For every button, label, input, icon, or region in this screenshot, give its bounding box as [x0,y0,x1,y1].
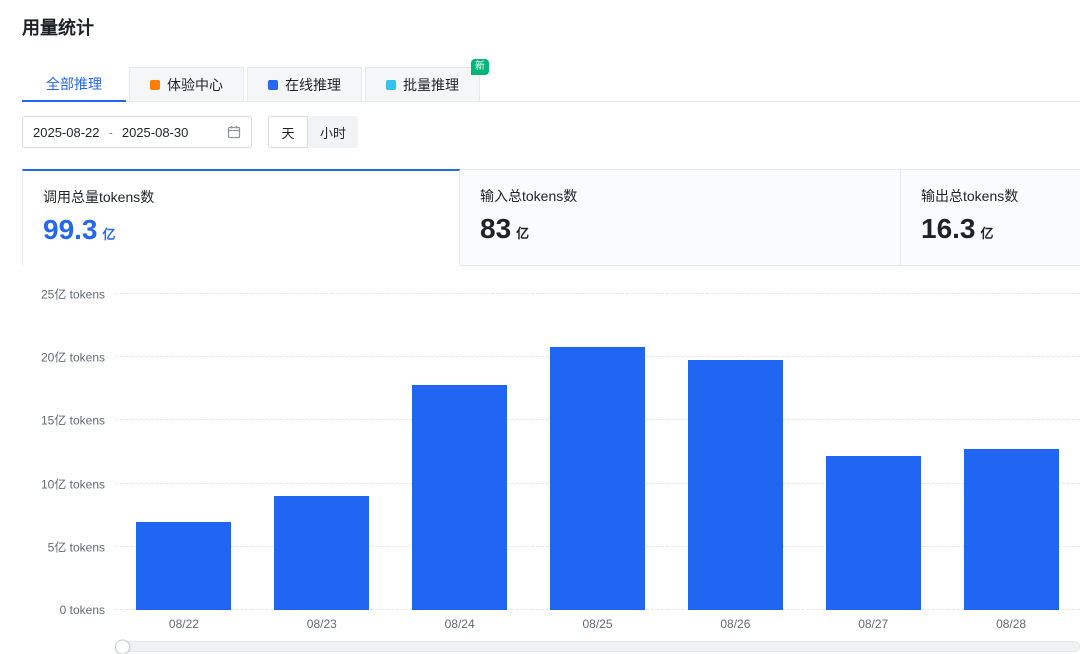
filter-row: 2025-08-22 - 2025-08-30 天 小时 [22,116,1080,148]
date-separator: - [109,125,113,140]
scrollbar-handle[interactable] [115,639,130,654]
x-axis-label: 08/22 [115,617,253,631]
blue-square-icon [268,80,278,90]
y-axis-tick: 20亿 tokens [41,349,105,366]
orange-square-icon [150,80,160,90]
stat-unit: 亿 [981,223,994,242]
bar-08/22[interactable] [136,522,231,610]
stat-label: 输入总tokens数 [480,186,880,206]
stat-unit: 亿 [516,223,529,242]
date-start[interactable]: 2025-08-22 [33,125,100,140]
x-axis-label: 08/28 [942,617,1080,631]
stat-card-input-tokens[interactable]: 输入总tokens数 83 亿 [460,169,901,266]
stat-number: 99.3 [43,214,98,246]
y-axis-tick: 0 tokens [60,603,105,617]
calendar-icon [227,125,241,139]
tab-label: 批量推理 [403,75,459,95]
y-axis-tick: 10亿 tokens [41,475,105,492]
y-axis-tick: 5亿 tokens [48,538,105,555]
date-range-picker[interactable]: 2025-08-22 - 2025-08-30 [22,116,252,148]
bar-slot [391,294,529,610]
tab-label: 在线推理 [285,75,341,95]
y-axis-tick: 25亿 tokens [41,286,105,303]
tab-online-inference[interactable]: 在线推理 [247,67,362,101]
x-axis-label: 08/23 [253,617,391,631]
page-title: 用量统计 [22,14,1080,40]
tab-batch-inference[interactable]: 批量推理 新 [365,67,480,101]
bar-slot [804,294,942,610]
stat-value: 16.3 亿 [921,213,1080,245]
chart-plot: 0 tokens5亿 tokens10亿 tokens15亿 tokens20亿… [115,294,1080,610]
stat-label: 调用总量tokens数 [43,187,439,207]
bar-08/28[interactable] [964,449,1059,610]
usage-bar-chart: 0 tokens 5亿 tokens 10亿 tokens 15亿 tokens 20亿… [22,294,1080,652]
chart-scrollbar[interactable] [115,641,1080,652]
x-axis-label: 08/24 [391,617,529,631]
stat-unit: 亿 [103,224,116,243]
tab-all-inference[interactable]: 全部推理 [22,68,126,102]
cyan-square-icon [386,80,396,90]
tab-experience-center[interactable]: 体验中心 [129,67,244,101]
bar-slot [253,294,391,610]
usage-stats-page: 用量统计 全部推理 体验中心 在线推理 批量推理 新 2025-08-22 - … [0,0,1080,650]
granularity-hour-button[interactable]: 小时 [308,116,358,148]
bar-slot [529,294,667,610]
x-axis-label: 08/26 [666,617,804,631]
stat-card-output-tokens[interactable]: 输出总tokens数 16.3 亿 [901,169,1080,266]
bar-slot [666,294,804,610]
bar-08/26[interactable] [688,360,783,610]
bar-slot [942,294,1080,610]
x-axis-label: 08/25 [529,617,667,631]
bar-08/24[interactable] [412,385,507,610]
bar-08/27[interactable] [826,456,921,610]
bar-08/25[interactable] [550,347,645,610]
date-end[interactable]: 2025-08-30 [122,125,189,140]
tab-bar: 全部推理 体验中心 在线推理 批量推理 新 [22,66,1080,102]
stat-value: 83 亿 [480,213,880,245]
stat-value: 99.3 亿 [43,214,439,246]
chart-bars [115,294,1080,610]
granularity-day-button[interactable]: 天 [268,116,308,148]
chart-x-labels: 08/2208/2308/2408/2508/2608/2708/28 [115,617,1080,631]
tab-label: 体验中心 [167,75,223,95]
bar-slot [115,294,253,610]
x-axis-label: 08/27 [804,617,942,631]
stat-label: 输出总tokens数 [921,186,1080,206]
new-badge: 新 [471,59,489,75]
bar-08/23[interactable] [274,496,369,610]
stat-card-total-tokens[interactable]: 调用总量tokens数 99.3 亿 [22,169,460,266]
y-axis-tick: 15亿 tokens [41,412,105,429]
stat-cards: 调用总量tokens数 99.3 亿 输入总tokens数 83 亿 输出总to… [22,169,1080,266]
granularity-toggle: 天 小时 [268,116,358,148]
stat-number: 83 [480,213,511,245]
tab-label: 全部推理 [46,74,102,94]
stat-number: 16.3 [921,213,976,245]
